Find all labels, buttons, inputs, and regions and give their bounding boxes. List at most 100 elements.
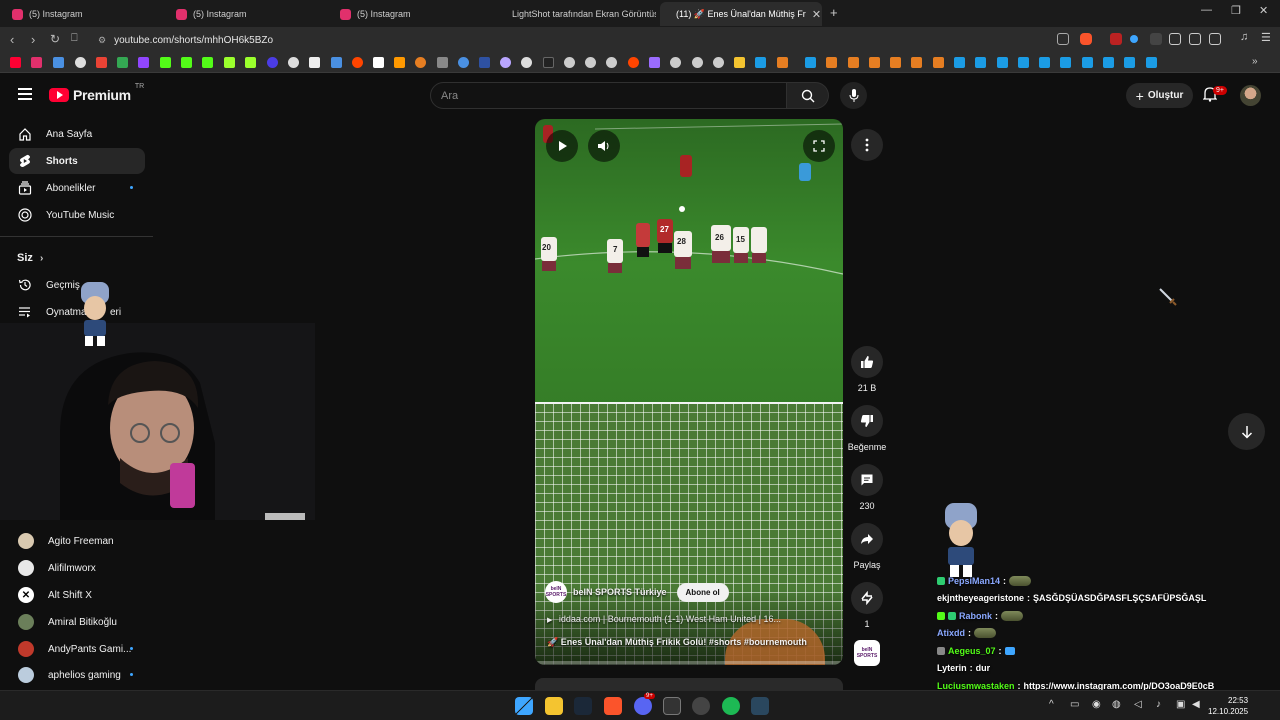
steam-icon[interactable] <box>1018 57 1029 68</box>
next-video-button[interactable] <box>1228 413 1265 450</box>
remix-button[interactable] <box>851 582 883 614</box>
more-options-button[interactable] <box>851 129 883 161</box>
bookmark-icon[interactable] <box>890 57 901 68</box>
steam-icon[interactable] <box>954 57 965 68</box>
reddit-icon[interactable] <box>352 57 363 68</box>
create-button[interactable]: + Oluştur <box>1126 83 1193 108</box>
play-button[interactable] <box>546 130 578 162</box>
bookmark-icon[interactable] <box>331 57 342 68</box>
steam-icon[interactable] <box>574 697 592 715</box>
steam-icon[interactable] <box>1103 57 1114 68</box>
steam-icon[interactable] <box>1039 57 1050 68</box>
bookmark-icon[interactable] <box>692 57 703 68</box>
subscription-item[interactable]: aphelios gaming <box>9 662 145 688</box>
sound-thumbnail[interactable]: beIN SPORTS <box>854 640 880 666</box>
media-icon[interactable]: ♫ <box>1240 31 1252 43</box>
twitch-icon[interactable] <box>138 57 149 68</box>
reddit-icon[interactable] <box>628 57 639 68</box>
amazon-icon[interactable] <box>394 57 405 68</box>
share-button[interactable] <box>851 523 883 555</box>
bookmark-icon[interactable] <box>713 57 724 68</box>
more-bookmarks-icon[interactable]: » <box>1252 56 1258 67</box>
taskbar-clock[interactable]: 22:53 12.10.2025 <box>1208 695 1248 717</box>
steam-icon[interactable] <box>1060 57 1071 68</box>
bookmark-icon[interactable] <box>458 57 469 68</box>
you-section-header[interactable]: Siz › <box>17 252 43 264</box>
folder-icon[interactable] <box>734 57 745 68</box>
subscribe-button[interactable]: Abone ol <box>676 582 729 602</box>
tray-app-icon[interactable]: ◉ <box>1092 699 1101 710</box>
tray-chevron-icon[interactable]: ^ <box>1049 699 1054 710</box>
bookmark-icon[interactable] <box>848 57 859 68</box>
bookmark-icon[interactable] <box>415 57 426 68</box>
bookmark-icon[interactable] <box>869 57 880 68</box>
bookmark-icon[interactable] <box>53 57 64 68</box>
extension-icon[interactable] <box>1130 35 1138 43</box>
subscription-item[interactable]: Alifilmworx <box>9 555 145 581</box>
dislike-button[interactable] <box>851 405 883 437</box>
shorts-video-player[interactable]: 20 7 27 28 26 15 beIN SPORTS beIN SPORTS… <box>535 119 843 665</box>
subscription-item[interactable]: ✕ Alt Shift X <box>9 582 145 608</box>
maximize-icon[interactable]: ❐ <box>1231 4 1241 17</box>
video-hashtags[interactable]: #shorts #bournemouth <box>709 637 807 647</box>
sidebar-item-history[interactable]: Geçmiş <box>9 272 145 298</box>
youtube-icon[interactable] <box>10 57 21 68</box>
sidebar-item-subscriptions[interactable]: Abonelikler <box>9 175 145 201</box>
bookmark-icon[interactable] <box>288 57 299 68</box>
volume-button[interactable] <box>588 130 620 162</box>
kick-icon[interactable] <box>202 57 213 68</box>
x-icon[interactable] <box>309 57 320 68</box>
next-short-thumbnail[interactable] <box>535 678 843 690</box>
app-icon[interactable] <box>692 697 710 715</box>
bookmark-icon[interactable] <box>245 57 256 68</box>
bookmark-icon[interactable] <box>543 57 554 68</box>
search-input[interactable]: Ara <box>430 82 787 109</box>
drive-icon[interactable] <box>117 57 128 68</box>
steam-icon[interactable] <box>1124 57 1135 68</box>
app-icon[interactable] <box>663 697 681 715</box>
bookmark-icon[interactable] <box>911 57 922 68</box>
sidebar-item-home[interactable]: Ana Sayfa <box>9 121 145 147</box>
volume-tray-icon[interactable]: ◀ <box>1192 699 1200 710</box>
channel-avatar[interactable]: beIN SPORTS <box>545 581 567 603</box>
menu-icon[interactable] <box>18 88 32 100</box>
bookmark-icon[interactable] <box>500 57 511 68</box>
battery-icon[interactable]: ▭ <box>1070 699 1079 710</box>
new-tab-icon[interactable]: + <box>830 5 838 20</box>
kick-icon[interactable] <box>160 57 171 68</box>
close-tab-icon[interactable]: ✕ <box>812 8 821 21</box>
youtube-logo[interactable]: Premium TR <box>49 83 144 103</box>
minimize-icon[interactable]: — <box>1201 4 1212 16</box>
sidebar-item-playlists[interactable]: Oynatma eri <box>9 299 145 325</box>
sidebar-toggle-icon[interactable] <box>1209 33 1221 45</box>
extension-icon[interactable] <box>1150 33 1162 45</box>
comments-button[interactable] <box>851 464 883 496</box>
kick-icon[interactable] <box>181 57 192 68</box>
discord-icon[interactable] <box>634 697 652 715</box>
cast-icon[interactable] <box>1057 33 1069 45</box>
subscription-item[interactable]: Amiral Bitikoğlu <box>9 609 145 635</box>
bookmark-icon[interactable] <box>373 57 384 68</box>
lightshot-feather-icon[interactable] <box>649 57 660 68</box>
search-button[interactable] <box>787 82 829 109</box>
voice-search-button[interactable] <box>840 82 867 109</box>
bookmark-icon[interactable] <box>585 57 596 68</box>
speaker-icon[interactable]: ◁ <box>1134 699 1142 710</box>
bookmark-icon[interactable] <box>933 57 944 68</box>
sidebar-item-youtube-music[interactable]: YouTube Music <box>9 202 145 228</box>
browser-tab[interactable]: (5) Instagram <box>2 2 162 26</box>
browser-menu-icon[interactable]: ☰ <box>1261 31 1273 44</box>
bookmark-icon[interactable] <box>75 57 86 68</box>
like-button[interactable] <box>851 346 883 378</box>
bookmark-icon[interactable] <box>224 57 235 68</box>
bookmark-icon[interactable] <box>437 57 448 68</box>
bookmark-icon[interactable] <box>479 57 490 68</box>
site-info-icon[interactable]: ⚙ <box>98 35 106 46</box>
extensions-puzzle-icon[interactable] <box>1189 33 1201 45</box>
bookmark-icon[interactable] <box>267 57 278 68</box>
extension-icon[interactable] <box>1169 33 1181 45</box>
bookmark-icon[interactable] <box>521 57 532 68</box>
instagram-icon[interactable] <box>31 57 42 68</box>
forward-icon[interactable]: › <box>31 32 35 47</box>
video-progress-bar[interactable] <box>535 661 843 664</box>
